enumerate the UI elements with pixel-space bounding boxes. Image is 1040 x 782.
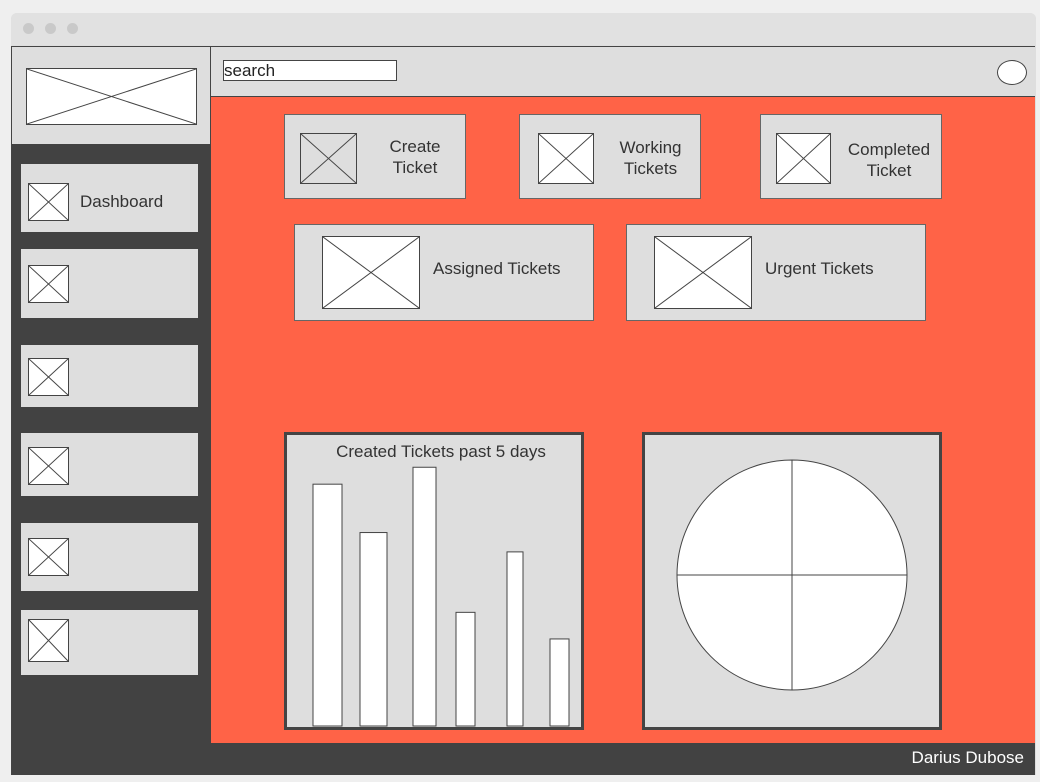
create-ticket-icon bbox=[300, 133, 357, 184]
assigned-tickets-card[interactable]: Assigned Tickets bbox=[294, 224, 594, 321]
ticket-pie-chart bbox=[676, 459, 908, 691]
placeholder-icon bbox=[28, 619, 69, 662]
working-tickets-icon bbox=[538, 133, 594, 184]
sidebar-item-dashboard[interactable]: Dashboard bbox=[21, 164, 198, 232]
created-tickets-bar-chart: Created Tickets past 5 days bbox=[312, 442, 570, 727]
title-bar bbox=[11, 13, 1036, 45]
logo-area bbox=[12, 47, 211, 144]
dashboard-placeholder-icon bbox=[28, 183, 69, 221]
working-tickets-card[interactable]: Working Tickets bbox=[519, 114, 701, 199]
sidebar-item-4[interactable] bbox=[21, 433, 198, 496]
created-tickets-chart-panel: Created Tickets past 5 days bbox=[284, 432, 584, 730]
sidebar-item-5[interactable] bbox=[21, 523, 198, 591]
create-ticket-card[interactable]: Create Ticket bbox=[284, 114, 466, 199]
create-ticket-label: Create Ticket bbox=[389, 137, 441, 177]
bar-5 bbox=[506, 551, 524, 727]
bar-2 bbox=[359, 532, 388, 727]
pie-slice-1 bbox=[791, 459, 908, 576]
placeholder-icon bbox=[28, 265, 69, 303]
logo-placeholder-icon[interactable] bbox=[26, 68, 197, 125]
sidebar: Dashboard bbox=[12, 47, 211, 743]
user-name: Darius Dubose bbox=[911, 748, 1024, 767]
bar-4 bbox=[455, 611, 476, 727]
completed-ticket-card[interactable]: Completed Ticket bbox=[760, 114, 942, 199]
pie-slice-3 bbox=[676, 574, 793, 691]
pie-chart-panel bbox=[642, 432, 942, 730]
app-window: Dashboard search Create Ticket Working T… bbox=[11, 13, 1036, 775]
chart-title: Created Tickets past 5 days bbox=[336, 442, 546, 461]
sidebar-item-3[interactable] bbox=[21, 345, 198, 407]
top-bar: search bbox=[211, 47, 1035, 97]
placeholder-icon bbox=[28, 358, 69, 396]
minimize-window-icon[interactable] bbox=[45, 23, 56, 34]
completed-ticket-label: Completed Ticket bbox=[847, 140, 931, 180]
urgent-tickets-icon bbox=[654, 236, 752, 309]
bar-3 bbox=[412, 466, 437, 727]
footer-bar: Darius Dubose bbox=[12, 743, 1035, 775]
sidebar-item-6[interactable] bbox=[21, 610, 198, 675]
assigned-tickets-icon bbox=[322, 236, 420, 309]
user-avatar-icon[interactable] bbox=[997, 60, 1027, 85]
bar-1 bbox=[312, 483, 343, 727]
close-window-icon[interactable] bbox=[23, 23, 34, 34]
maximize-window-icon[interactable] bbox=[67, 23, 78, 34]
app-frame: Dashboard search Create Ticket Working T… bbox=[11, 46, 1035, 775]
pie-slice-2 bbox=[791, 574, 908, 691]
pie-slice-4 bbox=[676, 459, 793, 576]
working-tickets-label: Working Tickets bbox=[619, 138, 682, 178]
sidebar-item-2[interactable] bbox=[21, 249, 198, 318]
placeholder-icon bbox=[28, 538, 69, 576]
assigned-tickets-label: Assigned Tickets bbox=[433, 259, 561, 278]
completed-ticket-icon bbox=[776, 133, 831, 184]
placeholder-icon bbox=[28, 447, 69, 485]
urgent-tickets-card[interactable]: Urgent Tickets bbox=[626, 224, 926, 321]
sidebar-item-label: Dashboard bbox=[80, 192, 164, 211]
urgent-tickets-label: Urgent Tickets bbox=[765, 259, 874, 278]
main-content: Create Ticket Working Tickets Completed Tic… bbox=[211, 97, 1035, 743]
bar-6 bbox=[549, 638, 570, 727]
search-input[interactable]: search bbox=[223, 60, 397, 81]
